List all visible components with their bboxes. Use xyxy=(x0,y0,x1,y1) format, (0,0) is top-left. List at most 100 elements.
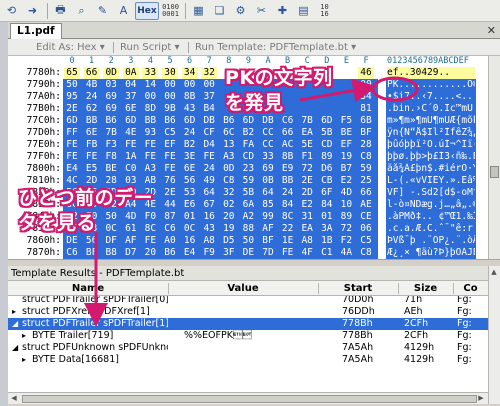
hex-byte[interactable]: 87 xyxy=(162,211,178,223)
hex-byte[interactable]: E5 xyxy=(83,163,100,175)
hex-byte[interactable]: 7D xyxy=(260,247,276,259)
hex-byte[interactable]: 16 xyxy=(181,235,198,247)
hex-byte[interactable]: CE xyxy=(358,211,374,223)
hex-byte[interactable]: CD xyxy=(240,151,257,163)
hex-byte[interactable]: BF xyxy=(358,127,374,139)
tree-expander-icon[interactable]: ◢ xyxy=(12,342,22,354)
hex-byte[interactable]: 72 xyxy=(338,223,355,235)
hex-byte[interactable]: FF xyxy=(64,127,80,139)
hex-byte[interactable]: E6 xyxy=(181,199,198,211)
hex-byte[interactable]: 19 xyxy=(338,151,355,163)
hex-byte[interactable]: EF xyxy=(338,139,355,151)
hex-byte[interactable]: 06 xyxy=(358,223,374,235)
hex-byte[interactable]: 6D xyxy=(64,115,80,127)
hex-byte[interactable]: 88 xyxy=(240,223,257,235)
hex-byte[interactable]: 1E xyxy=(279,235,296,247)
hex-byte[interactable]: FE xyxy=(162,151,178,163)
hex-byte[interactable]: 32 xyxy=(220,187,237,199)
hex-byte[interactable]: 16 xyxy=(201,211,218,223)
hex-byte[interactable]: C0 xyxy=(122,163,139,175)
hex-byte[interactable]: FB xyxy=(83,139,100,151)
hex-byte[interactable]: A3 xyxy=(142,163,159,175)
hex-byte[interactable]: 4D xyxy=(122,211,139,223)
hex-byte[interactable]: FE xyxy=(64,139,80,151)
scroll-right-icon[interactable]: ▶ xyxy=(476,394,486,402)
highlighter-icon[interactable]: ✎ xyxy=(93,2,112,20)
hex-byte[interactable]: 89 xyxy=(318,151,335,163)
hex-byte[interactable]: BF xyxy=(260,235,276,247)
ascii-row[interactable]: ef..30429.. xyxy=(387,67,475,79)
hex-byte[interactable]: 93 xyxy=(142,127,159,139)
template-vertical-scrollbar[interactable]: ▲ xyxy=(488,266,500,404)
hex-byte[interactable]: B6 xyxy=(162,247,178,259)
hex-byte[interactable]: 25 xyxy=(358,175,374,187)
hex-byte[interactable]: 66 xyxy=(279,127,296,139)
hex-byte[interactable]: 8B xyxy=(279,151,296,163)
hex-byte[interactable]: 76 xyxy=(162,175,178,187)
hex-byte[interactable]: 43 xyxy=(201,223,218,235)
hex-byte[interactable]: 59 xyxy=(358,163,374,175)
template-row[interactable]: ▸ BYTE Data[16681] 7A5Ah 4129h Fg: xyxy=(8,354,488,366)
hex-byte[interactable]: A3 xyxy=(220,151,237,163)
ascii-row[interactable]: .bin.›C´0.Ïc™mÜ. xyxy=(387,103,475,115)
tools-2-icon[interactable]: ✚ xyxy=(273,2,292,20)
hex-byte[interactable]: 4F xyxy=(299,247,316,259)
hex-byte[interactable]: B7 xyxy=(338,163,355,175)
hex-byte[interactable]: F8 xyxy=(103,151,120,163)
hex-byte[interactable]: FE xyxy=(142,235,159,247)
hex-byte[interactable]: 44 xyxy=(162,199,178,211)
hex-vertical-scrollbar[interactable] xyxy=(488,56,500,259)
hex-byte[interactable]: 84 xyxy=(318,199,335,211)
hex-byte[interactable]: 69 xyxy=(260,163,276,175)
hex-byte[interactable]: 01 xyxy=(318,211,335,223)
hex-byte[interactable]: FE xyxy=(142,151,159,163)
hex-byte[interactable]: BE xyxy=(338,127,355,139)
hex-byte[interactable]: 43 xyxy=(181,103,198,115)
hex-byte[interactable]: 00 xyxy=(142,91,159,103)
edit-as-dropdown[interactable]: Edit As: Hex ▾ xyxy=(36,39,105,56)
hex-byte[interactable]: 28 xyxy=(358,139,374,151)
hex-byte[interactable]: 3E xyxy=(181,151,198,163)
hex-byte[interactable]: 3A xyxy=(318,223,335,235)
hex-byte[interactable]: AF xyxy=(260,223,276,235)
hex-byte[interactable]: 56 xyxy=(181,175,198,187)
hex-byte[interactable]: 8D xyxy=(142,103,159,115)
calculator-icon[interactable]: ▦ xyxy=(189,2,208,20)
hex-byte[interactable]: 64 xyxy=(201,187,218,199)
hex-byte[interactable]: D6 xyxy=(318,163,335,175)
template-row[interactable]: ▸ struct PDFXref sPDFXref[1] 76DDh AEh Fg: xyxy=(8,306,488,318)
hex-byte[interactable]: 84 xyxy=(279,199,296,211)
hex-byte[interactable]: 50 xyxy=(103,211,120,223)
hex-byte[interactable]: 5B xyxy=(240,187,257,199)
hex-byte[interactable]: 46 xyxy=(358,67,374,79)
hex-byte[interactable]: FA xyxy=(240,139,257,151)
ascii-row[interactable]: ÞVß¯þ .¨ÕP¿.¨.òÅ xyxy=(387,235,475,247)
hex-byte[interactable]: 33 xyxy=(260,151,276,163)
template-row[interactable]: struct PDFTrailer sPDFTrailer[0] 70D0h 71h… xyxy=(8,296,488,306)
hex-byte[interactable]: 24 xyxy=(181,127,198,139)
hex-byte[interactable]: 33 xyxy=(142,67,159,79)
hex-byte[interactable]: 34 xyxy=(181,67,198,79)
hex-byte[interactable]: C5 xyxy=(162,127,178,139)
scrollbar-thumb[interactable] xyxy=(22,395,477,403)
hex-byte[interactable]: BB xyxy=(279,175,296,187)
tree-expander-icon[interactable]: ◢ xyxy=(12,318,22,330)
hex-byte[interactable]: C1 xyxy=(318,247,335,259)
hex-byte[interactable]: 49 xyxy=(201,175,218,187)
scroll-left-icon[interactable]: ◀ xyxy=(9,394,19,402)
column-header-start[interactable]: Start xyxy=(318,281,398,296)
hex-byte[interactable]: 95 xyxy=(64,91,80,103)
hex-byte[interactable]: FE xyxy=(83,151,100,163)
hex-byte[interactable]: BF xyxy=(83,247,100,259)
ascii-row[interactable]: þþø.þþ>þ£Í3‹ñ‰.È xyxy=(387,151,475,163)
ascii-row[interactable]: L-(.«vVIÈY.».Ëâ% xyxy=(387,175,475,187)
hex-byte[interactable]: 20 xyxy=(220,211,237,223)
hex-byte[interactable]: 85 xyxy=(260,199,276,211)
hex-byte[interactable]: 6A xyxy=(240,199,257,211)
hex-byte[interactable]: B2 xyxy=(240,127,257,139)
hex-byte[interactable]: F2 xyxy=(338,235,355,247)
undo-arrow-icon[interactable]: ⟲ xyxy=(2,2,21,20)
hex-byte[interactable]: 14 xyxy=(142,79,159,91)
hex-byte[interactable]: 6F xyxy=(318,187,335,199)
hex-byte[interactable]: 56 xyxy=(83,235,100,247)
